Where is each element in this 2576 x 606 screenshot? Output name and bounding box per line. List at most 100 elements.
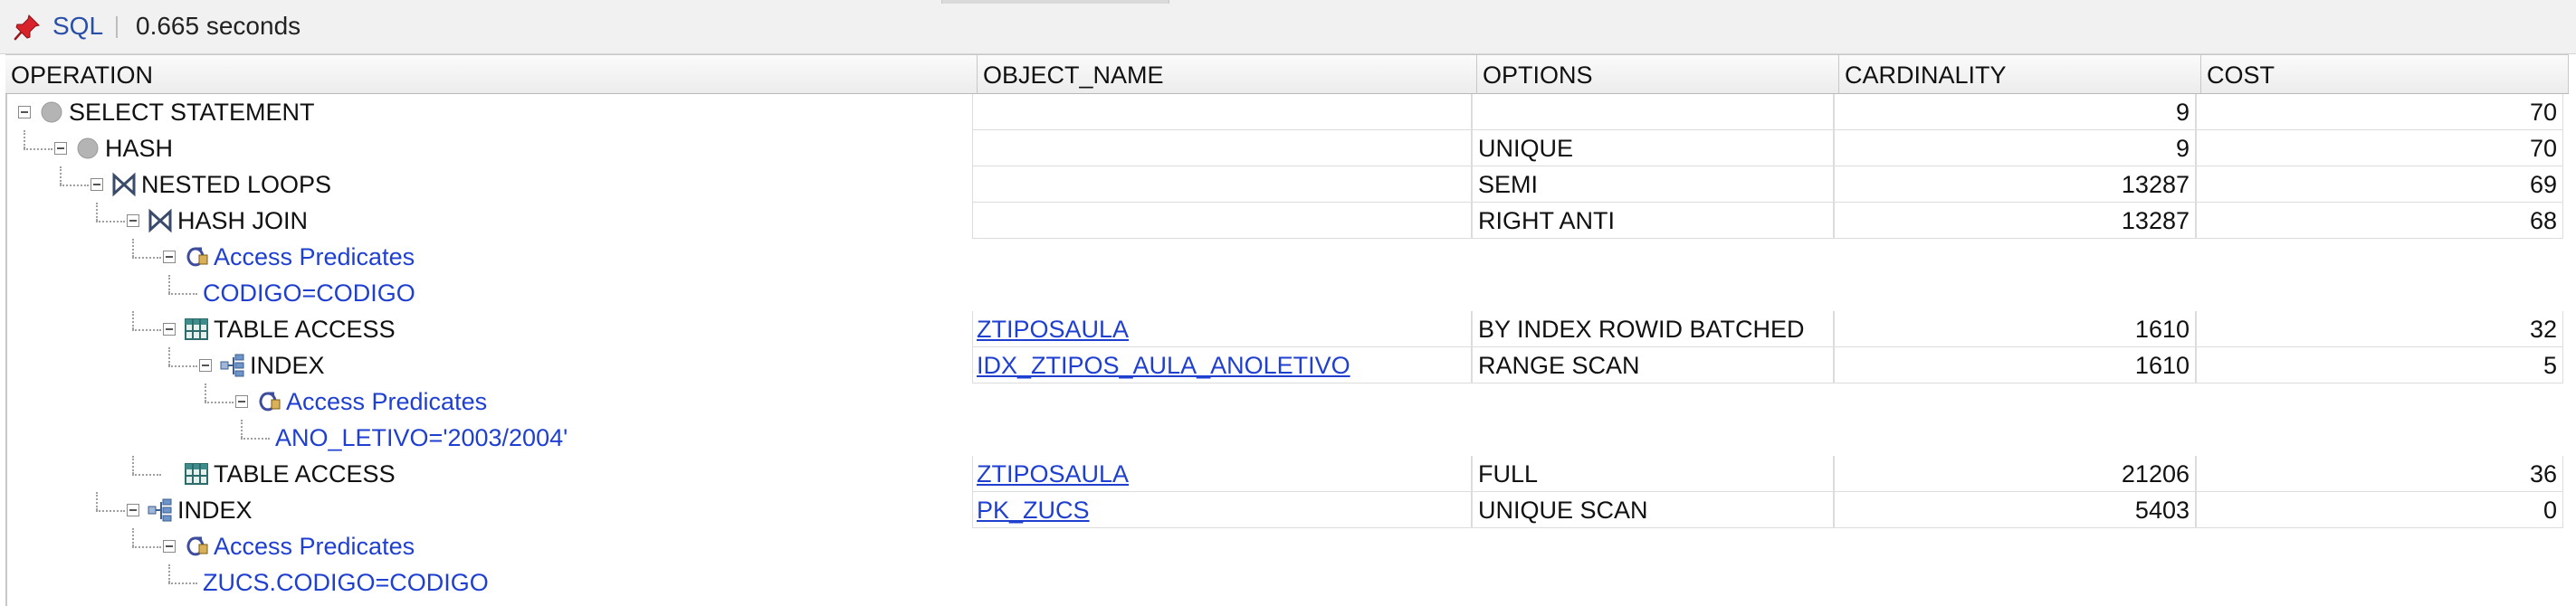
operation-label: ANO_LETIVO='2003/2004' — [275, 424, 568, 451]
tree-connector-vertical — [241, 420, 243, 438]
operation-label: HASH JOIN — [177, 207, 309, 234]
tree-connector-vertical — [132, 239, 134, 257]
results-toolbar: SQL 0.665 seconds — [0, 0, 2576, 54]
plan-row[interactable]: HASH JOIN RIGHT ANTI 13287 68 — [0, 203, 2576, 239]
tree-connector-vertical — [96, 203, 98, 221]
tree-connector-horizontal — [96, 510, 125, 512]
operation-label: Access Predicates — [214, 533, 415, 560]
object-name-cell[interactable]: IDX_ZTIPOS_AULA_ANOLETIVO — [972, 347, 1472, 383]
tree-connector-vertical — [168, 347, 170, 365]
column-header-options[interactable]: OPTIONS — [1477, 55, 1839, 93]
cost-cell: 69 — [2196, 166, 2563, 203]
tree-connector-horizontal — [241, 438, 270, 440]
cost-cell: 70 — [2196, 94, 2563, 130]
tree-connector-horizontal — [132, 474, 161, 476]
tree-connector-vertical — [24, 130, 25, 148]
toolbar-separator — [116, 16, 118, 38]
index-tree-icon — [148, 498, 172, 522]
cardinality-cell: 1610 — [1834, 311, 2196, 347]
collapse-toggle[interactable] — [163, 251, 176, 263]
plan-row[interactable]: SELECT STATEMENT 9 70 — [0, 94, 2576, 130]
plan-row[interactable]: Access Predicates — [0, 383, 2576, 420]
collapse-toggle[interactable] — [127, 214, 139, 227]
plan-row[interactable]: HASH UNIQUE 9 70 — [0, 130, 2576, 166]
options-cell: RANGE SCAN — [1472, 347, 1834, 383]
cost-cell: 32 — [2196, 311, 2563, 347]
execution-time: 0.665 seconds — [136, 12, 301, 40]
cost-cell: 0 — [2196, 492, 2563, 528]
column-header-row: OPERATION OBJECT_NAME OPTIONS CARDINALIT… — [5, 54, 2569, 94]
operation-label: Access Predicates — [214, 243, 415, 270]
object-name-cell[interactable]: PK_ZUCS — [972, 492, 1472, 528]
object-name-cell — [972, 130, 1472, 166]
cardinality-cell: 13287 — [1834, 203, 2196, 239]
plan-row[interactable]: Access Predicates — [0, 528, 2576, 564]
options-cell: RIGHT ANTI — [1472, 203, 1834, 239]
column-header-cardinality[interactable]: CARDINALITY — [1839, 55, 2201, 93]
operation-label: TABLE ACCESS — [214, 460, 396, 488]
tree-connector-horizontal — [205, 402, 234, 403]
object-name-cell[interactable]: ZTIPOSAULA — [972, 456, 1472, 492]
plan-row[interactable]: TABLE ACCESS ZTIPOSAULA BY INDEX ROWID BAT… — [0, 311, 2576, 347]
table-grid-icon — [185, 318, 208, 340]
cardinality-cell: 9 — [1834, 94, 2196, 130]
operation-label: NESTED LOOPS — [141, 171, 332, 198]
collapse-toggle[interactable] — [54, 142, 67, 155]
plan-row[interactable]: ZUCS.CODIGO=CODIGO — [0, 564, 2576, 601]
options-cell: BY INDEX ROWID BATCHED — [1472, 311, 1834, 347]
plan-row[interactable]: INDEX IDX_ZTIPOS_AULA_ANOLETIVO RANGE SCAN… — [0, 347, 2576, 383]
column-header-cost[interactable]: COST — [2201, 55, 2569, 93]
operation-label: CODIGO=CODIGO — [203, 279, 415, 307]
plan-row[interactable]: TABLE ACCESS ZTIPOSAULA FULL 21206 36 — [0, 456, 2576, 492]
plan-row[interactable]: INDEX PK_ZUCS UNIQUE SCAN 5403 0 — [0, 492, 2576, 528]
sql-tab-label[interactable]: SQL — [52, 12, 103, 41]
join-bowtie-icon — [148, 208, 172, 233]
options-cell: FULL — [1472, 456, 1834, 492]
tree-connector-vertical — [96, 492, 98, 510]
column-header-operation[interactable]: OPERATION — [5, 55, 978, 93]
tree-connector-horizontal — [168, 293, 197, 295]
table-grid-icon — [185, 463, 208, 485]
cardinality-cell: 9 — [1834, 130, 2196, 166]
operation-label: TABLE ACCESS — [214, 316, 396, 343]
statement-circle-icon — [41, 101, 62, 123]
tree-connector-vertical — [168, 275, 170, 293]
tree-connector-horizontal — [168, 582, 197, 584]
collapse-toggle[interactable] — [199, 359, 212, 372]
operation-label: Access Predicates — [286, 388, 488, 415]
collapse-toggle[interactable] — [163, 323, 176, 336]
collapse-toggle[interactable] — [18, 106, 31, 118]
tree-connector-horizontal — [60, 185, 89, 186]
object-name-cell[interactable]: ZTIPOSAULA — [972, 311, 1472, 347]
tree-connector-horizontal — [132, 257, 161, 259]
options-cell: SEMI — [1472, 166, 1834, 203]
operation-label: HASH — [105, 135, 174, 162]
collapse-toggle[interactable] — [163, 540, 176, 553]
tree-connector-vertical — [60, 166, 62, 185]
options-cell — [1472, 94, 1834, 130]
cardinality-cell: 5403 — [1834, 492, 2196, 528]
operation-label: SELECT STATEMENT — [69, 99, 315, 126]
tree-connector-horizontal — [96, 221, 125, 223]
tree-connector-vertical — [132, 311, 134, 329]
operation-label: ZUCS.CODIGO=CODIGO — [203, 569, 489, 596]
tab-strip-edge — [941, 0, 1169, 4]
tree-connector-vertical — [132, 528, 134, 546]
tree-connector-vertical — [168, 564, 170, 582]
cardinality-cell: 1610 — [1834, 347, 2196, 383]
collapse-toggle[interactable] — [127, 504, 139, 516]
plan-row[interactable]: Access Predicates — [0, 239, 2576, 275]
column-header-object-name[interactable]: OBJECT_NAME — [978, 55, 1477, 93]
plan-row[interactable]: ANO_LETIVO='2003/2004' — [0, 420, 2576, 456]
pushpin-icon[interactable] — [11, 13, 42, 43]
collapse-toggle[interactable] — [235, 395, 248, 408]
hash-circle-icon — [77, 137, 99, 159]
collapse-toggle[interactable] — [91, 178, 103, 191]
operation-label: INDEX — [177, 497, 253, 524]
plan-row[interactable]: CODIGO=CODIGO — [0, 275, 2576, 311]
options-cell: UNIQUE — [1472, 130, 1834, 166]
plan-row[interactable]: NESTED LOOPS SEMI 13287 69 — [0, 166, 2576, 203]
explain-plan-grid: OPERATION OBJECT_NAME OPTIONS CARDINALIT… — [0, 54, 2576, 606]
options-cell: UNIQUE SCAN — [1472, 492, 1834, 528]
tree-connector-vertical — [205, 383, 206, 402]
